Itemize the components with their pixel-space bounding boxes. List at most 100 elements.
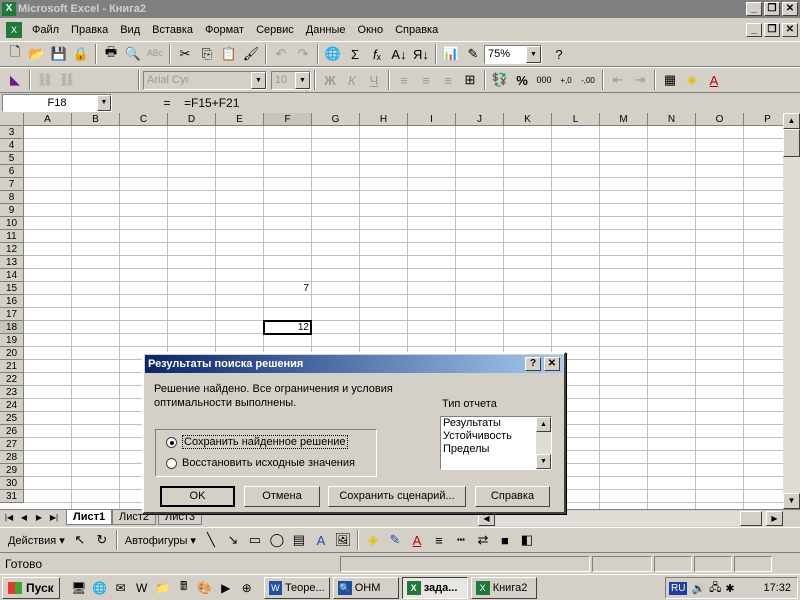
menu-help[interactable]: Справка bbox=[389, 24, 444, 36]
paint-icon[interactable]: 🎨 bbox=[196, 579, 214, 597]
row-header-11[interactable]: 11 bbox=[0, 230, 24, 243]
free-rotate-icon[interactable]: ↻ bbox=[91, 529, 113, 551]
row-header-29[interactable]: 29 bbox=[0, 464, 24, 477]
row-header-17[interactable]: 17 bbox=[0, 308, 24, 321]
column-header-L[interactable]: L bbox=[552, 113, 600, 126]
arrow-style-icon[interactable]: ⇄ bbox=[472, 529, 494, 551]
vertical-scroll-thumb[interactable] bbox=[783, 129, 800, 157]
volume-icon[interactable]: 🔊 bbox=[691, 582, 705, 595]
row-header-9[interactable]: 9 bbox=[0, 204, 24, 217]
menu-format[interactable]: Формат bbox=[199, 24, 250, 36]
desktop-icon[interactable]: 🖥 bbox=[70, 579, 88, 597]
report-item-sensitivity[interactable]: Устойчивость bbox=[441, 430, 551, 443]
column-header-P[interactable]: P bbox=[744, 113, 783, 126]
ie-icon[interactable]: 🌐 bbox=[91, 579, 109, 597]
column-header-K[interactable]: K bbox=[504, 113, 552, 126]
undo-icon[interactable]: ↶ bbox=[270, 43, 292, 65]
print-preview-icon[interactable]: 🔍 bbox=[122, 43, 144, 65]
line-icon[interactable]: ╲ bbox=[200, 529, 222, 551]
increase-indent-icon[interactable]: ⇥ bbox=[629, 69, 651, 91]
wordart-icon[interactable]: A bbox=[310, 529, 332, 551]
row-header-22[interactable]: 22 bbox=[0, 373, 24, 386]
column-header-O[interactable]: O bbox=[696, 113, 744, 126]
report-item-limits[interactable]: Пределы bbox=[441, 443, 551, 456]
vertical-scrollbar[interactable]: ▲ ▼ bbox=[783, 113, 800, 509]
language-indicator[interactable]: RU bbox=[669, 581, 688, 595]
font-size-select[interactable]: 10 ▼ bbox=[271, 70, 311, 90]
row-header-25[interactable]: 25 bbox=[0, 412, 24, 425]
select-objects-icon[interactable]: ↖ bbox=[69, 529, 91, 551]
window-title-bar[interactable]: X Microsoft Excel - Книга2 _ ❐ ✕ bbox=[0, 0, 800, 18]
word-icon[interactable]: W bbox=[133, 579, 151, 597]
chart-type-icon[interactable]: ◣ bbox=[4, 69, 26, 91]
dialog-title-bar[interactable]: Результаты поиска решения ? ✕ bbox=[145, 355, 563, 373]
shadow-icon[interactable]: ■ bbox=[494, 529, 516, 551]
align-center-icon[interactable]: ≡ bbox=[415, 69, 437, 91]
cut-icon[interactable]: ✂ bbox=[174, 43, 196, 65]
menu-insert[interactable]: Вставка bbox=[146, 24, 199, 36]
copy-icon[interactable]: ⎘ bbox=[196, 43, 218, 65]
column-header-F[interactable]: F bbox=[264, 113, 312, 126]
last-sheet-arrow[interactable]: ▶| bbox=[48, 511, 60, 525]
thousands-button[interactable]: 000 bbox=[533, 69, 555, 91]
sheet-tab-1[interactable]: Лист1 bbox=[66, 510, 113, 525]
zoom-select[interactable]: 75% ▼ bbox=[484, 44, 542, 64]
dash-style-icon[interactable]: ┅ bbox=[450, 529, 472, 551]
row-header-5[interactable]: 5 bbox=[0, 152, 24, 165]
fill-color-icon[interactable]: ◈ bbox=[681, 69, 703, 91]
restore-button[interactable]: ❐ bbox=[764, 2, 780, 16]
menu-data[interactable]: Данные bbox=[300, 24, 352, 36]
row-header-21[interactable]: 21 bbox=[0, 360, 24, 373]
column-header-D[interactable]: D bbox=[168, 113, 216, 126]
report-list-scrollbar[interactable]: ▲ ▼ bbox=[536, 417, 551, 469]
column-header-H[interactable]: H bbox=[360, 113, 408, 126]
scroll-down-arrow[interactable]: ▼ bbox=[783, 493, 800, 509]
row-header-12[interactable]: 12 bbox=[0, 243, 24, 256]
font-color-icon[interactable]: A bbox=[703, 69, 725, 91]
row-header-19[interactable]: 19 bbox=[0, 334, 24, 347]
column-header-I[interactable]: I bbox=[408, 113, 456, 126]
column-header-A[interactable]: A bbox=[24, 113, 72, 126]
radio-restore-values[interactable]: Восстановить исходные значения bbox=[166, 457, 355, 469]
fill-color-draw-icon[interactable]: ◈ bbox=[362, 529, 384, 551]
align-right-icon[interactable]: ≡ bbox=[437, 69, 459, 91]
row-header-30[interactable]: 30 bbox=[0, 477, 24, 490]
network-icon[interactable]: ⊕ bbox=[238, 579, 256, 597]
line-color-icon[interactable]: ✎ bbox=[384, 529, 406, 551]
redo-icon[interactable]: ↷ bbox=[292, 43, 314, 65]
row-header-16[interactable]: 16 bbox=[0, 295, 24, 308]
menu-window[interactable]: Окно bbox=[352, 24, 390, 36]
format-painter-icon[interactable]: 🖌 bbox=[240, 43, 262, 65]
zoom-dropdown-arrow[interactable]: ▼ bbox=[526, 45, 541, 63]
paste-icon[interactable]: 📋 bbox=[218, 43, 240, 65]
row-header-14[interactable]: 14 bbox=[0, 269, 24, 282]
radio-keep-solution[interactable]: Сохранить найденное решение bbox=[166, 435, 348, 449]
new-icon[interactable]: 🗋 bbox=[4, 43, 26, 65]
row-header-24[interactable]: 24 bbox=[0, 399, 24, 412]
row-header-6[interactable]: 6 bbox=[0, 165, 24, 178]
row-header-31[interactable]: 31 bbox=[0, 490, 24, 503]
clipart-icon[interactable]: 🖼 bbox=[332, 529, 354, 551]
permissions-icon[interactable]: 🔒 bbox=[70, 43, 92, 65]
font-name-select[interactable]: Arial Cyr ▼ bbox=[143, 70, 267, 90]
arrow-icon[interactable]: ↘ bbox=[222, 529, 244, 551]
calc-icon[interactable]: 🖩 bbox=[175, 579, 193, 597]
column-header-E[interactable]: E bbox=[216, 113, 264, 126]
list-scroll-up-arrow[interactable]: ▲ bbox=[536, 417, 551, 432]
row-header-13[interactable]: 13 bbox=[0, 256, 24, 269]
row-header-7[interactable]: 7 bbox=[0, 178, 24, 191]
media-icon[interactable]: ▶ bbox=[217, 579, 235, 597]
formula-input[interactable]: =F15+F21 bbox=[182, 94, 800, 112]
textbox-icon[interactable]: ▤ bbox=[288, 529, 310, 551]
ok-button[interactable]: OK bbox=[160, 486, 235, 507]
row-header-4[interactable]: 4 bbox=[0, 139, 24, 152]
save-scenario-button[interactable]: Сохранить сценарий... bbox=[328, 486, 466, 507]
workbook-icon[interactable]: X bbox=[6, 22, 22, 38]
next-sheet-arrow[interactable]: ▶ bbox=[33, 511, 45, 525]
select-all-corner[interactable] bbox=[0, 113, 24, 126]
oval-icon[interactable]: ◯ bbox=[266, 529, 288, 551]
row-header-18[interactable]: 18 bbox=[0, 321, 24, 334]
help-button[interactable]: Справка bbox=[475, 486, 550, 507]
row-header-23[interactable]: 23 bbox=[0, 386, 24, 399]
font-color-draw-icon[interactable]: A bbox=[406, 529, 428, 551]
